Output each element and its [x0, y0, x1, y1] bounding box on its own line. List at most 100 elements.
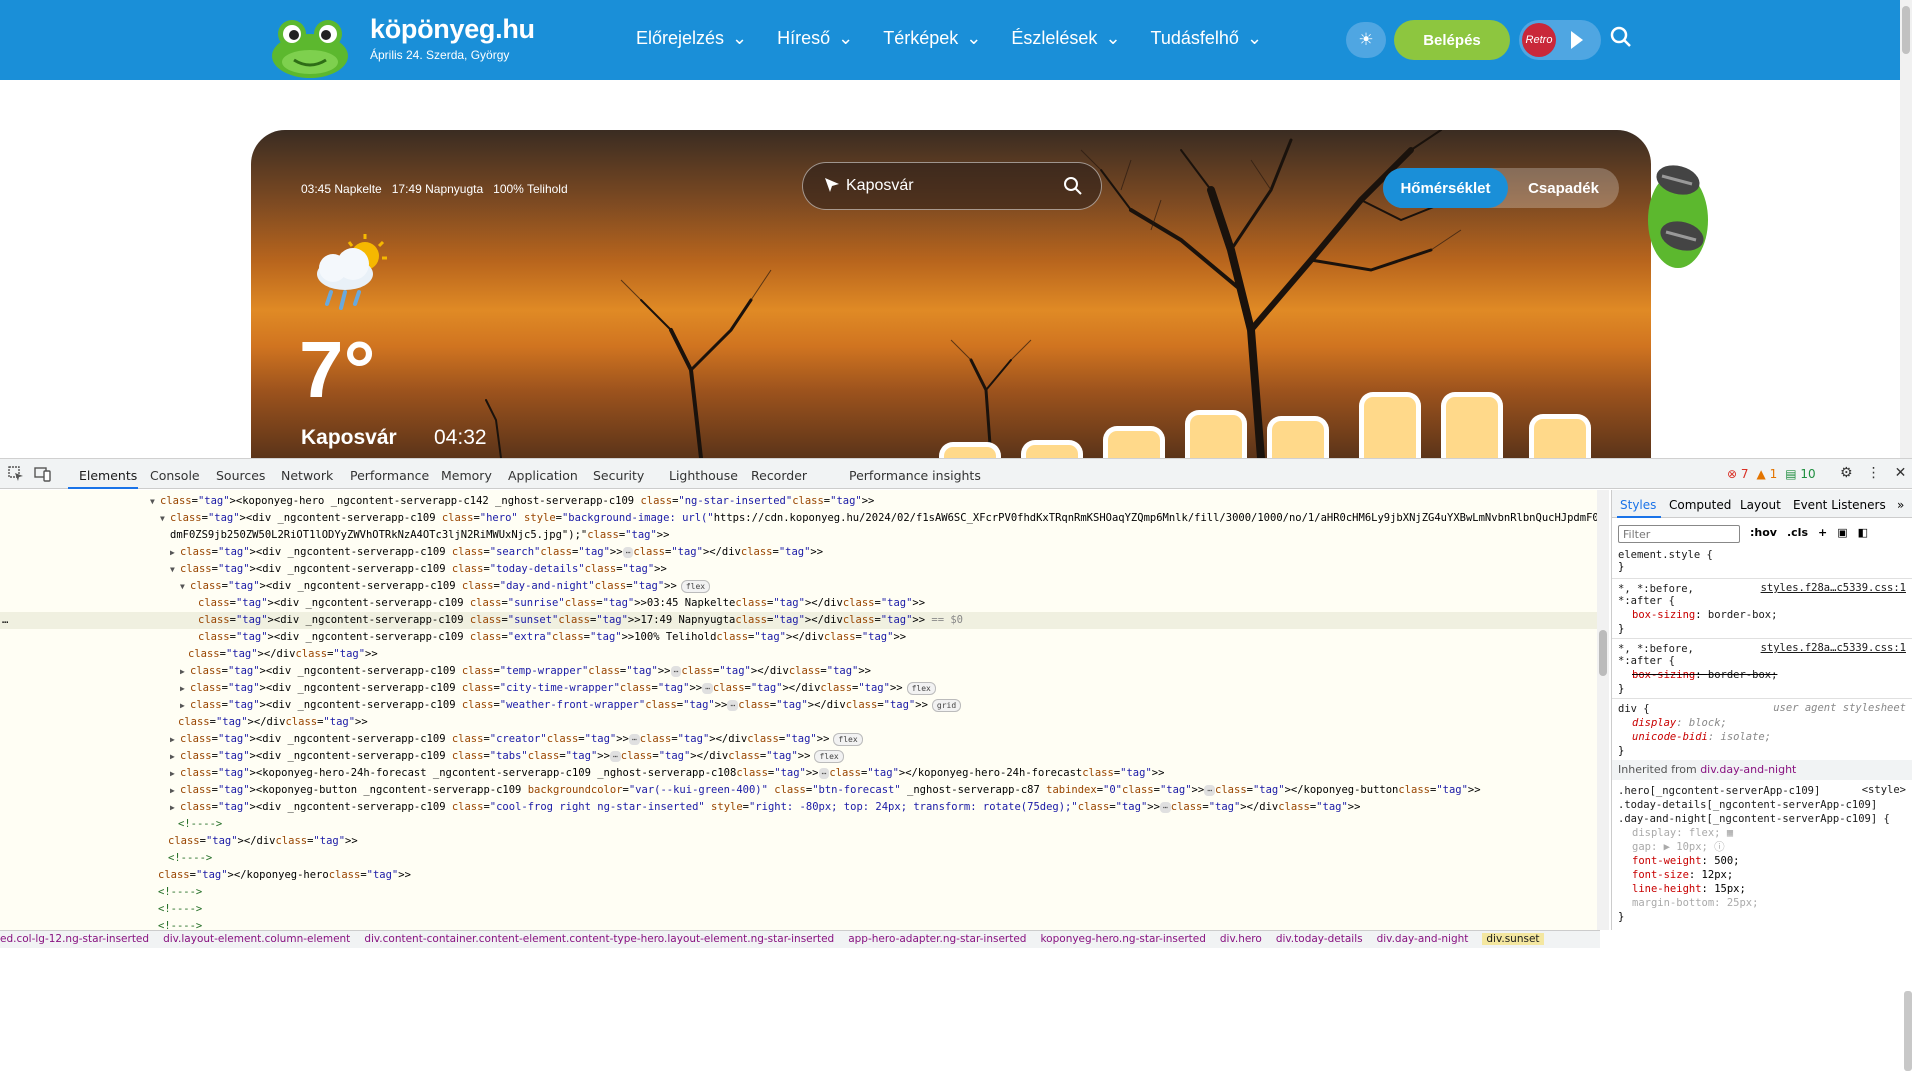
search-icon[interactable] — [1063, 176, 1083, 196]
forecast-bar[interactable] — [1103, 426, 1165, 458]
breadcrumb-item[interactable]: div.today-details — [1276, 933, 1363, 945]
declaration[interactable]: box-sizing: border-box; — [1632, 608, 1777, 622]
nav-item-hireso[interactable]: Híreső ⌄ — [777, 28, 853, 49]
nav-item-elorejelzes[interactable]: Előrejelzés ⌄ — [636, 28, 747, 49]
dom-node-line[interactable]: ▶ class="tag"><div _ngcontent-serverapp-c… — [0, 680, 1597, 697]
tab-lighthouse[interactable]: Lighthouse — [669, 468, 738, 483]
more-tabs-icon[interactable]: » — [1897, 498, 1904, 512]
info-count[interactable]: ▤ 10 — [1785, 467, 1815, 481]
breadcrumb-item[interactable]: app-hero-adapter.ng-star-inserted — [848, 933, 1026, 945]
forecast-bar[interactable] — [939, 442, 1001, 458]
dom-node-line[interactable]: <!----> — [0, 850, 1597, 867]
paint-icon[interactable]: ▣ — [1837, 526, 1847, 539]
expand-toggle-icon[interactable]: ▶ — [170, 782, 180, 799]
tab-network[interactable]: Network — [281, 468, 333, 483]
rule-selector[interactable]: *:after { — [1618, 654, 1675, 668]
declaration-inactive[interactable]: display: flex; ▦ — [1632, 826, 1733, 840]
dom-node-line[interactable]: dmF0ZS9jb250ZW50L2RiOT1lODYyZWVhOTRkNzA4… — [0, 527, 1597, 544]
dom-node-line[interactable]: class="tag"><div _ngcontent-serverapp-c1… — [0, 629, 1597, 646]
gear-icon[interactable]: ⚙ — [1840, 465, 1853, 481]
expand-toggle-icon[interactable]: ▶ — [180, 697, 190, 714]
declaration-overridden[interactable]: box-sizing: border-box; — [1632, 668, 1777, 682]
rule-selector[interactable]: .hero[_ngcontent-serverApp-c109] — [1618, 784, 1820, 798]
tab-console[interactable]: Console — [150, 468, 200, 483]
expand-toggle-icon[interactable]: ▼ — [170, 561, 180, 578]
dom-node-line[interactable]: <!----> — [0, 884, 1597, 901]
expand-toggle-icon[interactable]: ▼ — [160, 510, 170, 527]
expand-toggle-icon[interactable]: ▶ — [170, 748, 180, 765]
tab-application[interactable]: Application — [508, 468, 578, 483]
declaration[interactable]: line-height: 15px; — [1632, 882, 1746, 896]
forecast-bar[interactable] — [1441, 392, 1503, 458]
login-button[interactable]: Belépés — [1394, 20, 1510, 60]
nav-item-terkepek[interactable]: Térképek ⌄ — [883, 28, 981, 49]
more-options-icon[interactable]: ⋮ — [1867, 465, 1881, 481]
inspect-element-icon[interactable] — [8, 466, 24, 482]
inherited-from-node[interactable]: div.day-and-night — [1700, 763, 1796, 776]
rule-element-style[interactable]: element.style { — [1618, 548, 1713, 562]
forecast-bar[interactable] — [1359, 392, 1421, 458]
tab-layout[interactable]: Layout — [1740, 498, 1781, 512]
tab-homerseklet[interactable]: Hőmérséklet — [1383, 168, 1508, 208]
expand-toggle-icon[interactable]: ▶ — [180, 680, 190, 697]
expand-toggle-icon[interactable]: ▶ — [170, 731, 180, 748]
declaration[interactable]: unicode-bidi: isolate; — [1632, 730, 1771, 744]
dom-node-line[interactable]: ▶ class="tag"><koponyeg-button _ngcontent… — [0, 782, 1597, 799]
dom-node-line[interactable]: ▶ class="tag"><div _ngcontent-serverapp-c… — [0, 799, 1597, 816]
dom-node-line[interactable]: class="tag"><div _ngcontent-serverapp-c1… — [0, 612, 1597, 629]
styles-scrollbar[interactable] — [1904, 991, 1912, 1071]
dom-node-line[interactable]: ▶ class="tag"><div _ngcontent-serverapp-c… — [0, 663, 1597, 680]
frog-logo-icon[interactable] — [270, 14, 350, 80]
declaration-inactive[interactable]: gap: ▶ 10px; ⓘ — [1632, 840, 1725, 854]
issue-counts[interactable]: ⊗ 7 ▲ 1 ▤ 10 — [1727, 467, 1816, 481]
declaration-inactive[interactable]: margin-bottom: 25px; — [1632, 896, 1758, 910]
rule-selector[interactable]: div { — [1618, 702, 1650, 716]
tab-recorder[interactable]: Recorder — [751, 468, 807, 483]
radio-player-button[interactable]: Retro — [1519, 20, 1601, 60]
rule-source-link[interactable]: <style> — [1862, 784, 1906, 796]
expand-toggle-icon[interactable]: ▶ — [170, 799, 180, 816]
tab-csapadek[interactable]: Csapadék — [1508, 168, 1619, 208]
breadcrumb-item[interactable]: koponyeg-hero.ng-star-inserted — [1040, 933, 1205, 945]
forecast-bar[interactable] — [1267, 416, 1329, 458]
breadcrumb-item[interactable]: div.sunset — [1482, 933, 1544, 945]
city-search-input[interactable]: Kaposvár — [802, 162, 1102, 210]
dom-node-line[interactable]: ▶ class="tag"><div _ngcontent-serverapp-c… — [0, 748, 1597, 765]
search-value[interactable]: Kaposvár — [846, 177, 914, 195]
rule-selector[interactable]: .day-and-night[_ngcontent-serverApp-c109… — [1618, 812, 1890, 826]
error-count[interactable]: ⊗ 7 — [1727, 467, 1749, 481]
dom-node-line[interactable]: ▶ class="tag"><koponyeg-hero-24h-forecast… — [0, 765, 1597, 782]
dom-node-line[interactable]: ▶ class="tag"><div _ngcontent-serverapp-c… — [0, 697, 1597, 714]
search-icon[interactable] — [1610, 26, 1632, 48]
dom-node-line[interactable]: <!----> — [0, 918, 1597, 930]
styles-filter-input[interactable]: Filter — [1618, 525, 1740, 543]
brand[interactable]: köpönyeg.hu Április 24. Szerda, György — [370, 14, 535, 62]
dom-node-line[interactable]: ▼ class="tag"><div _ngcontent-serverapp-c… — [0, 510, 1597, 527]
rule-selector[interactable]: *:after { — [1618, 594, 1675, 608]
scrollbar-thumb[interactable] — [1902, 6, 1910, 54]
breadcrumb-item[interactable]: div.layout-element.column-element — [163, 933, 350, 945]
nav-item-eszlelesek[interactable]: Észlelések ⌄ — [1011, 28, 1120, 49]
expand-toggle-icon[interactable]: ▶ — [180, 663, 190, 680]
rule-source-link[interactable]: styles.f28a…c5339.css:1 — [1761, 582, 1906, 594]
close-icon[interactable]: ✕ — [1895, 465, 1907, 481]
expand-toggle-icon[interactable]: ▶ — [170, 765, 180, 782]
dom-node-line[interactable]: class="tag"></divclass="tag">> — [0, 646, 1597, 663]
hov-toggle[interactable]: :hov — [1750, 526, 1777, 539]
declaration[interactable]: display: block; — [1632, 716, 1727, 730]
dom-node-line[interactable]: class="tag"><div _ngcontent-serverapp-c1… — [0, 595, 1597, 612]
breadcrumb-item[interactable]: div.day-and-night — [1377, 933, 1469, 945]
dom-node-line[interactable]: ▶ class="tag"><div _ngcontent-serverapp-c… — [0, 731, 1597, 748]
tab-event-listeners[interactable]: Event Listeners — [1793, 498, 1886, 512]
tab-elements[interactable]: Elements — [79, 468, 137, 483]
tab-security[interactable]: Security — [593, 468, 644, 483]
forecast-bar[interactable] — [1021, 440, 1083, 458]
breadcrumb-item[interactable]: ed.col-lg-12.ng-star-inserted — [0, 933, 149, 945]
expand-toggle-icon[interactable]: ▶ — [170, 544, 180, 561]
rule-selector[interactable]: .today-details[_ngcontent-serverApp-c109… — [1618, 798, 1877, 812]
dom-node-line[interactable]: class="tag"></divclass="tag">> — [0, 714, 1597, 731]
forecast-bar[interactable] — [1185, 410, 1247, 458]
tab-memory[interactable]: Memory — [441, 468, 492, 483]
more-options-icon[interactable]: … — [2, 612, 8, 629]
elements-tree[interactable]: ▼ class="tag"><koponyeg-hero _ngcontent-s… — [0, 490, 1597, 930]
